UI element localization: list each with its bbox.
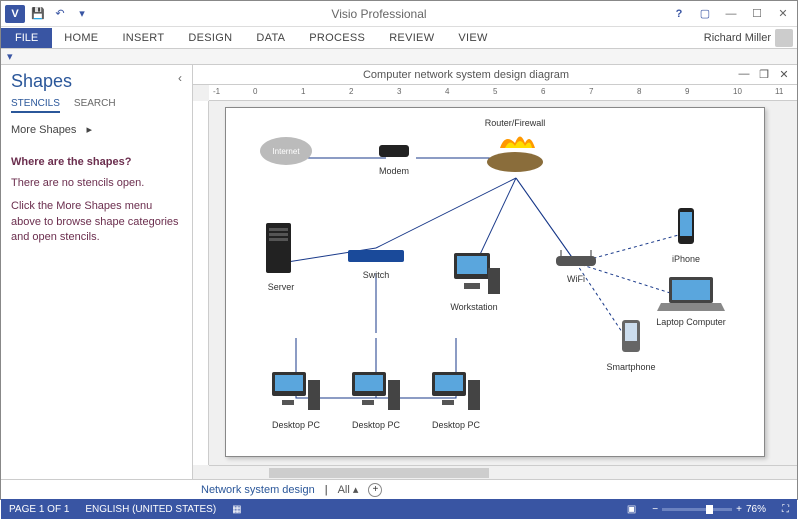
qat-dropdown-icon[interactable]: ▾ [73,5,91,23]
doc-restore-icon[interactable]: ❐ [755,68,773,81]
ribbon-expand-icon[interactable]: ▾ [7,50,13,63]
close-icon[interactable]: ✕ [771,4,795,24]
user-label[interactable]: Richard Miller [704,29,797,47]
all-pages-button[interactable]: All ▴ [338,483,359,496]
ribbon-collapse-icon[interactable]: ▢ [693,4,717,24]
tab-data[interactable]: DATA [244,28,297,48]
fit-page-icon[interactable]: ⛶ [782,504,789,515]
node-workstation[interactable]: Workstation [444,248,504,312]
stencils-tab[interactable]: STENCILS [11,98,60,113]
drawing-page[interactable]: Internet Modem Router/Firewall Server [225,107,765,457]
tab-review[interactable]: REVIEW [377,28,446,48]
tab-insert[interactable]: INSERT [110,28,176,48]
horizontal-ruler: -1 0 1 2 3 4 5 6 7 8 9 10 11 [209,85,797,101]
node-router[interactable]: Router/Firewall [480,116,550,178]
zoom-in-icon[interactable]: + [736,504,742,515]
tab-design[interactable]: DESIGN [176,28,244,48]
app-title: Visio Professional [91,7,667,21]
shapes-title: Shapes [11,71,182,92]
undo-icon[interactable]: ↶ [51,5,69,23]
zoom-level[interactable]: 76% [746,504,766,515]
node-desktop-1[interactable]: Desktop PC [266,368,326,430]
more-shapes-button[interactable]: More Shapes ▸ [11,123,182,136]
node-desktop-2[interactable]: Desktop PC [346,368,406,430]
status-language[interactable]: ENGLISH (UNITED STATES) [85,504,216,515]
macro-icon[interactable]: ▦ [232,504,241,515]
drawing-canvas[interactable]: Internet Modem Router/Firewall Server [209,101,797,465]
zoom-slider[interactable] [662,508,732,511]
node-internet[interactable]: Internet [256,133,316,171]
help-icon[interactable]: ? [667,4,691,24]
node-modem[interactable]: Modem [374,140,414,176]
node-switch[interactable]: Switch [346,248,406,280]
tab-view[interactable]: VIEW [446,28,499,48]
node-laptop[interactable]: Laptop Computer [651,273,731,327]
node-iphone[interactable]: iPhone [666,206,706,264]
minimize-icon[interactable]: — [719,4,743,24]
document-title: Computer network system design diagram [197,69,735,81]
no-stencils-msg: There are no stencils open. [11,176,182,191]
node-smartphone[interactable]: Smartphone [606,318,656,372]
page-tab-1[interactable]: Network system design [201,484,315,496]
save-icon[interactable]: 💾 [29,5,47,23]
node-wifi[interactable]: WiFi [551,248,601,284]
where-heading: Where are the shapes? [11,156,182,168]
add-page-button[interactable]: + [368,483,382,497]
avatar-icon[interactable] [775,29,793,47]
sidebar-collapse-icon[interactable]: ‹ [178,71,182,85]
horizontal-scrollbar[interactable] [209,465,797,479]
tab-home[interactable]: HOME [52,28,110,48]
vertical-ruler [193,101,209,465]
node-desktop-3[interactable]: Desktop PC [426,368,486,430]
chevron-right-icon: ▸ [86,123,92,136]
view-mode-icon[interactable]: ▣ [627,504,636,515]
app-logo[interactable]: V [5,5,25,23]
search-tab[interactable]: SEARCH [74,98,116,113]
maximize-icon[interactable]: ☐ [745,4,769,24]
doc-close-icon[interactable]: ✕ [775,68,793,81]
tab-process[interactable]: PROCESS [297,28,377,48]
doc-minimize-icon[interactable]: — [735,68,753,81]
hint-msg: Click the More Shapes menu above to brow… [11,199,182,245]
node-server[interactable]: Server [256,218,306,292]
zoom-out-icon[interactable]: − [652,504,658,515]
file-tab[interactable]: FILE [1,28,52,48]
status-page[interactable]: PAGE 1 OF 1 [9,504,69,515]
